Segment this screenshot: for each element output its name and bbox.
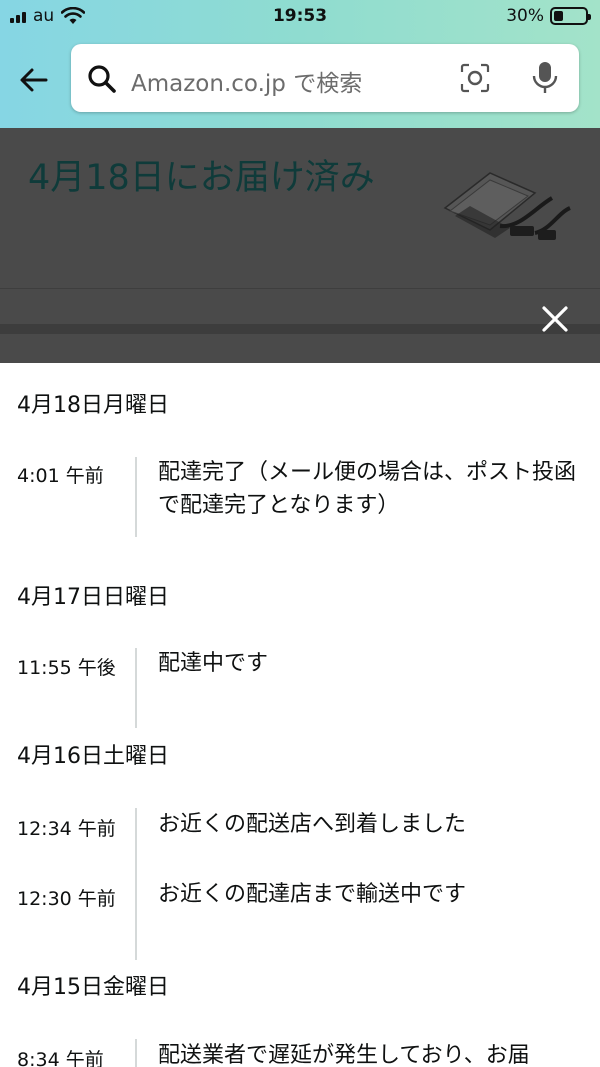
event-text: お近くの配送店へ到着しました xyxy=(158,812,467,837)
product-thumbnail xyxy=(443,172,571,240)
event-time: 12:34 午前 xyxy=(17,818,116,840)
microphone-icon[interactable] xyxy=(531,60,559,96)
timeline-date: 4月16日土曜日 xyxy=(17,744,169,769)
camera-scan-icon[interactable] xyxy=(459,62,491,94)
event-time: 8:34 午前 xyxy=(17,1049,104,1067)
search-icon xyxy=(88,65,116,93)
timeline-date: 4月18日月曜日 xyxy=(17,393,169,418)
tracking-timeline: 4月18日月曜日 4:01 午前 配達完了（メール便の場合は、ポスト投函で配達完… xyxy=(0,363,600,1067)
timeline-date: 4月15日金曜日 xyxy=(17,975,169,1000)
timeline-line xyxy=(135,457,137,537)
status-bar: au 19:53 30% xyxy=(0,0,600,148)
event-text: 配送業者で遅延が発生しており、お届 xyxy=(158,1043,530,1067)
search-bar[interactable]: Amazon.co.jp で検索 xyxy=(71,44,579,112)
search-nav: Amazon.co.jp で検索 xyxy=(0,44,600,114)
divider xyxy=(0,288,600,289)
timeline-line xyxy=(135,1039,137,1067)
timeline-date: 4月17日日曜日 xyxy=(17,585,169,610)
delivered-title: 4月18日にお届け済み xyxy=(28,158,375,198)
event-time: 11:55 午後 xyxy=(17,657,116,679)
divider-strip xyxy=(0,324,600,334)
dimmed-background: 4月18日にお届け済み xyxy=(0,128,600,363)
event-text: お近くの配達店まで輸送中です xyxy=(158,882,467,907)
event-time: 4:01 午前 xyxy=(17,465,104,487)
timeline-line xyxy=(135,808,137,960)
close-icon[interactable] xyxy=(538,302,572,336)
back-arrow-icon[interactable] xyxy=(16,62,52,98)
event-time: 12:30 午前 xyxy=(17,888,116,910)
battery-icon xyxy=(550,7,591,25)
battery-group: 30% xyxy=(506,6,591,26)
search-input[interactable]: Amazon.co.jp で検索 xyxy=(131,64,362,98)
battery-percent: 30% xyxy=(506,6,544,26)
app-header: au 19:53 30% Amazon.co.jp で検索 xyxy=(0,0,600,148)
event-text: 配達中です xyxy=(158,651,269,676)
timeline-line xyxy=(135,648,137,728)
event-text: 配達完了（メール便の場合は、ポスト投函で配達完了となります） xyxy=(158,460,577,518)
